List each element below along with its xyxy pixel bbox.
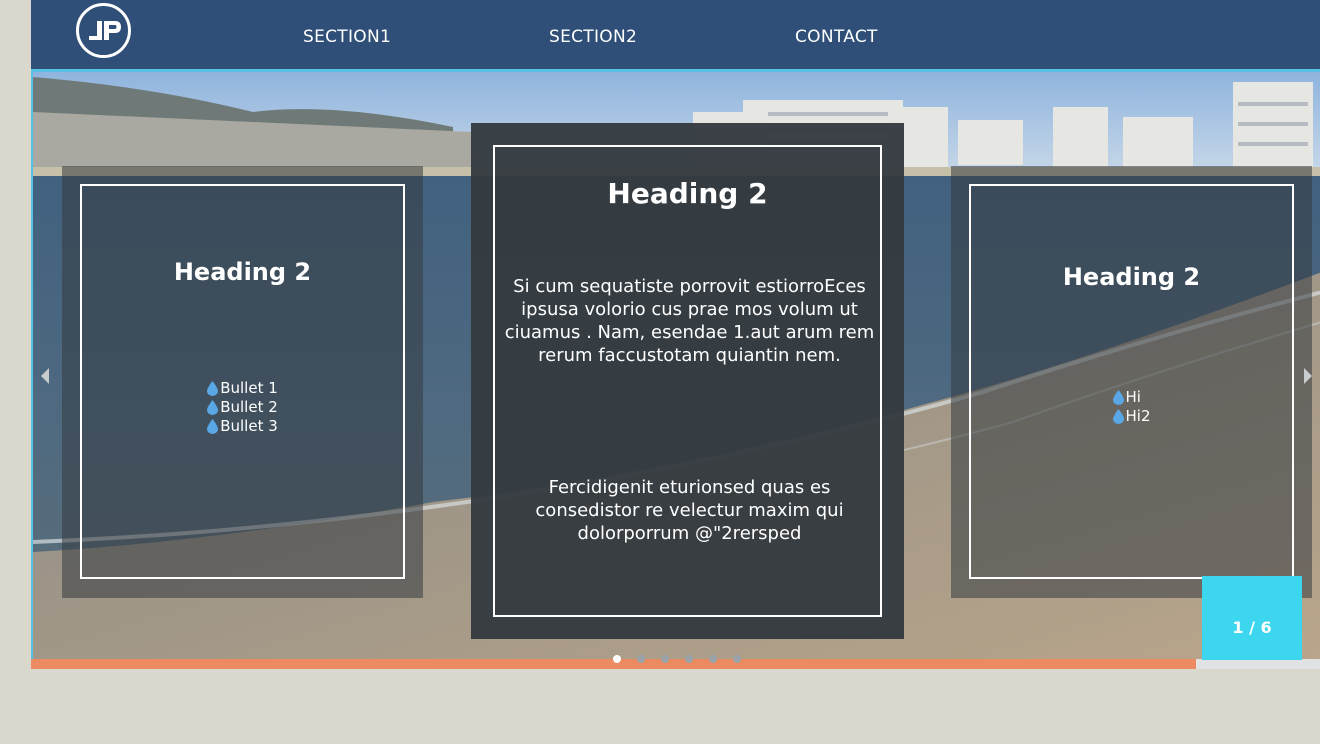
slide-card-center-frame: Heading 2 Si cum sequatiste porrovit est… (493, 145, 882, 617)
water-drop-icon (207, 419, 219, 434)
pagination-dot[interactable] (613, 655, 621, 663)
water-drop-icon (207, 400, 219, 415)
bullet-text: Hi2 (1125, 407, 1151, 425)
slide-card-right-frame: Heading 2 Hi Hi2 (969, 184, 1294, 579)
slide-counter: 1 / 6 (1202, 576, 1302, 660)
nav-link-contact[interactable]: CONTACT (795, 27, 878, 47)
water-drop-icon (207, 381, 219, 396)
hero-slider: Heading 2 Bullet 1 Bullet 2 Bullet 3 Hea… (31, 69, 1320, 660)
bullet-text: Bullet 2 (220, 398, 278, 416)
logo[interactable] (76, 3, 131, 58)
chevron-left-icon[interactable] (40, 368, 50, 384)
pagination-dot[interactable] (661, 655, 669, 663)
water-drop-icon (1112, 390, 1124, 405)
pagination-dot[interactable] (709, 655, 717, 663)
slide-card-left-frame: Heading 2 Bullet 1 Bullet 2 Bullet 3 (80, 184, 405, 579)
slide-pagination-dots (613, 655, 741, 663)
pagination-dot[interactable] (637, 655, 645, 663)
top-navbar: SECTION1 SECTION2 CONTACT (31, 0, 1320, 69)
card-left-bullet-list: Bullet 1 Bullet 2 Bullet 3 (82, 379, 403, 436)
bullet-text: Hi (1125, 388, 1141, 406)
card-center-heading: Heading 2 (607, 177, 768, 210)
bullet-text: Bullet 1 (220, 379, 278, 397)
card-center-paragraph-1: Si cum sequatiste porrovit estiorroEces … (504, 276, 875, 366)
chevron-right-icon[interactable] (1303, 368, 1313, 384)
card-right-bullet-list: Hi Hi2 (971, 388, 1292, 426)
list-item: Bullet 3 (207, 417, 278, 436)
card-center-paragraph-2: Fercidigenit eturionsed quas es consedis… (535, 477, 844, 544)
logo-mark-icon (88, 20, 121, 40)
nav-link-section1[interactable]: SECTION1 (303, 27, 391, 47)
list-item: Bullet 2 (207, 398, 278, 417)
list-item: Hi2 (1112, 407, 1151, 426)
card-left-heading: Heading 2 (173, 258, 312, 286)
list-item: Hi (1112, 388, 1151, 407)
list-item: Bullet 1 (207, 379, 278, 398)
pagination-dot[interactable] (733, 655, 741, 663)
nav-link-section2[interactable]: SECTION2 (549, 27, 637, 47)
bullet-text: Bullet 3 (220, 417, 278, 435)
pagination-dot[interactable] (685, 655, 693, 663)
water-drop-icon (1112, 409, 1124, 424)
card-right-heading: Heading 2 (1062, 263, 1201, 291)
